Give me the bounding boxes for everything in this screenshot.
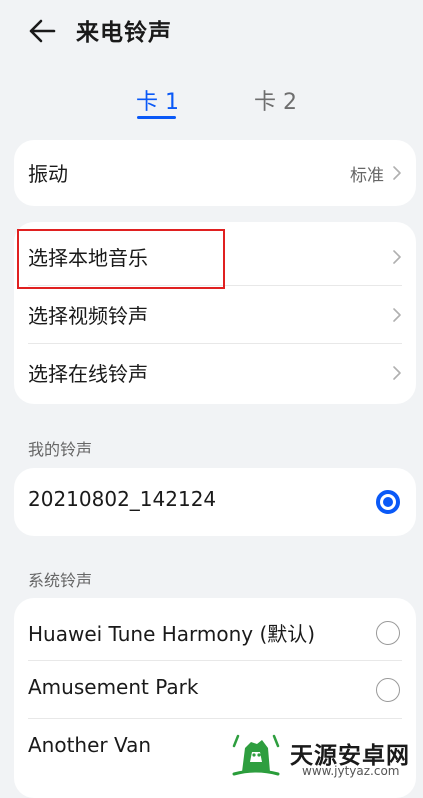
my-ringtone-item[interactable]: 20210802_142124 bbox=[14, 473, 416, 531]
select-video-ringtone-row[interactable]: 选择视频铃声 bbox=[14, 286, 416, 344]
watermark-logo-icon bbox=[232, 734, 280, 776]
vibration-row[interactable]: 振动 标准 bbox=[14, 144, 416, 202]
select-online-ringtone-label: 选择在线铃声 bbox=[28, 362, 148, 386]
radio-unselected[interactable] bbox=[376, 621, 400, 645]
chevron-right-icon bbox=[393, 250, 401, 264]
radio-unselected[interactable] bbox=[376, 678, 400, 702]
select-video-ringtone-label: 选择视频铃声 bbox=[28, 304, 148, 328]
chevron-right-icon bbox=[393, 308, 401, 322]
page-title: 来电铃声 bbox=[76, 20, 172, 46]
my-ringtones-header: 我的铃声 bbox=[28, 440, 93, 459]
system-ringtone-item[interactable]: Huawei Tune Harmony (默认) bbox=[14, 604, 416, 662]
ringtone-name: Huawei Tune Harmony (默认) bbox=[28, 622, 316, 646]
ringtone-name: Amusement Park bbox=[28, 675, 199, 699]
radio-selected[interactable] bbox=[376, 490, 400, 514]
vibration-label: 振动 bbox=[28, 162, 68, 186]
active-tab-indicator bbox=[137, 116, 176, 119]
vibration-value: 标准 bbox=[350, 166, 384, 186]
highlight-box bbox=[17, 229, 225, 289]
chevron-right-icon bbox=[393, 366, 401, 380]
ringtone-name: 20210802_142124 bbox=[28, 487, 217, 511]
arrow-left-icon[interactable] bbox=[28, 18, 56, 44]
vibration-card: 振动 标准 bbox=[14, 140, 416, 206]
system-ringtones-header: 系统铃声 bbox=[28, 571, 93, 590]
tab-sim-1[interactable]: 卡 1 bbox=[136, 84, 179, 116]
ringtone-name: Another Van bbox=[28, 733, 152, 757]
title-bar: 来电铃声 bbox=[0, 0, 423, 62]
select-online-ringtone-row[interactable]: 选择在线铃声 bbox=[14, 344, 416, 402]
system-ringtone-item[interactable]: Amusement Park bbox=[14, 661, 416, 719]
watermark-url: www.jytyaz.com bbox=[302, 764, 400, 778]
my-ringtones-card: 20210802_142124 bbox=[14, 468, 416, 536]
sim-tabs: 卡 1 卡 2 bbox=[0, 84, 423, 128]
tab-sim-2[interactable]: 卡 2 bbox=[254, 84, 297, 116]
chevron-right-icon bbox=[393, 166, 401, 180]
